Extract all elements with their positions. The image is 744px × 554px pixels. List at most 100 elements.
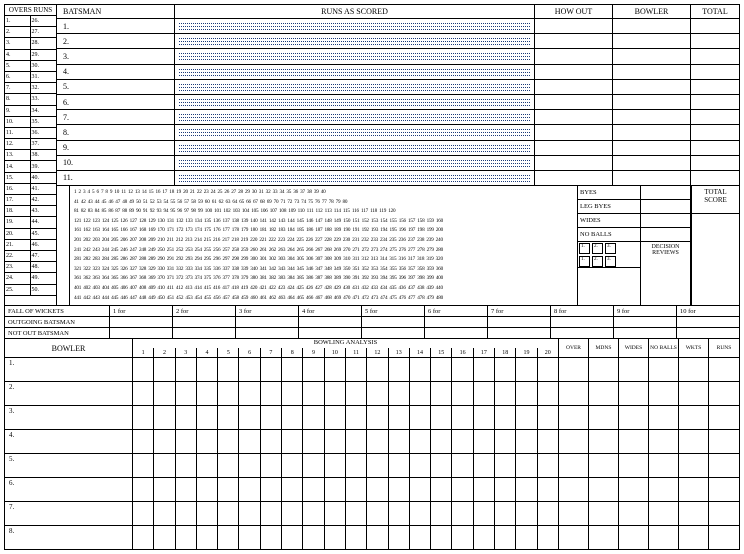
- bowler-over-cell[interactable]: [515, 382, 536, 405]
- total-cell[interactable]: [691, 65, 739, 79]
- bowler-over-cell[interactable]: [302, 478, 323, 501]
- fow-cell[interactable]: [488, 328, 551, 338]
- overs-cell[interactable]: 9.: [5, 106, 30, 117]
- bowler-stat-cell[interactable]: [619, 406, 649, 429]
- bowler-stat-cell[interactable]: [559, 406, 589, 429]
- bowler-over-cell[interactable]: [217, 382, 238, 405]
- bowler-over-cell[interactable]: [153, 382, 174, 405]
- bowler-over-cell[interactable]: [345, 358, 366, 381]
- overs-cell[interactable]: 4.: [5, 50, 30, 61]
- bowler-over-cell[interactable]: [217, 478, 238, 501]
- bowler-stat-cell[interactable]: [679, 406, 709, 429]
- runs-scored-cell[interactable]: [175, 34, 535, 48]
- bowler-cell[interactable]: [613, 171, 691, 185]
- bowler-over-cell[interactable]: [515, 502, 536, 525]
- dec-box-2b[interactable]: 2.: [592, 256, 603, 267]
- bowler-over-cell[interactable]: [430, 406, 451, 429]
- bowler-stat-cell[interactable]: [709, 430, 739, 453]
- bowler-over-cell[interactable]: [494, 382, 515, 405]
- overs-cell[interactable]: 50.: [31, 285, 57, 296]
- bowler-over-cell[interactable]: [153, 358, 174, 381]
- bowler-stat-cell[interactable]: [709, 358, 739, 381]
- bowler-stat-cell[interactable]: [589, 502, 619, 525]
- fow-cell[interactable]: [236, 317, 299, 327]
- overs-cell[interactable]: 11.: [5, 128, 30, 139]
- bowler-over-cell[interactable]: [451, 358, 472, 381]
- fow-cell[interactable]: [362, 328, 425, 338]
- fow-cell[interactable]: [173, 328, 236, 338]
- bowler-over-cell[interactable]: [494, 358, 515, 381]
- bowler-over-cell[interactable]: [238, 502, 259, 525]
- bowler-stat-cell[interactable]: [649, 358, 679, 381]
- bowler-over-cell[interactable]: [473, 358, 494, 381]
- bowler-stat-cell[interactable]: [679, 454, 709, 477]
- bowler-stat-cell[interactable]: [649, 526, 679, 549]
- fow-cell[interactable]: [551, 317, 614, 327]
- total-cell[interactable]: [691, 125, 739, 139]
- bowler-over-cell[interactable]: [451, 382, 472, 405]
- total-cell[interactable]: [691, 49, 739, 63]
- how-out-cell[interactable]: [535, 171, 613, 185]
- bowler-stat-cell[interactable]: [709, 382, 739, 405]
- leg-byes-value[interactable]: [641, 200, 690, 214]
- overs-cell[interactable]: 33.: [31, 94, 57, 105]
- bowler-over-cell[interactable]: [366, 454, 387, 477]
- runs-scored-cell[interactable]: [175, 80, 535, 94]
- bowler-stat-cell[interactable]: [649, 454, 679, 477]
- bowler-over-cell[interactable]: [366, 358, 387, 381]
- bowler-over-cell[interactable]: [409, 454, 430, 477]
- bowler-over-cell[interactable]: [409, 430, 430, 453]
- bowler-over-cell[interactable]: [388, 430, 409, 453]
- bowler-over-cell[interactable]: [133, 502, 153, 525]
- batsman-number[interactable]: 7.: [57, 110, 175, 124]
- bowler-over-cell[interactable]: [494, 406, 515, 429]
- bowler-stat-cell[interactable]: [619, 454, 649, 477]
- bowler-over-cell[interactable]: [302, 406, 323, 429]
- bowler-over-cell[interactable]: [515, 358, 536, 381]
- fow-cell[interactable]: 9 for: [614, 306, 677, 316]
- bowler-over-cell[interactable]: [473, 382, 494, 405]
- bowler-over-cell[interactable]: [302, 454, 323, 477]
- bowler-over-cell[interactable]: [366, 478, 387, 501]
- bowler-over-cell[interactable]: [260, 430, 281, 453]
- bowler-over-cell[interactable]: [175, 358, 196, 381]
- batsman-number[interactable]: 6.: [57, 95, 175, 109]
- bowler-over-cell[interactable]: [196, 454, 217, 477]
- overs-cell[interactable]: 28.: [31, 38, 57, 49]
- bowler-over-cell[interactable]: [388, 502, 409, 525]
- fow-cell[interactable]: [677, 317, 739, 327]
- bowler-over-cell[interactable]: [451, 478, 472, 501]
- fow-cell[interactable]: 3 for: [236, 306, 299, 316]
- runs-scored-cell[interactable]: [175, 141, 535, 155]
- how-out-cell[interactable]: [535, 49, 613, 63]
- bowler-over-cell[interactable]: [133, 406, 153, 429]
- overs-cell[interactable]: 8.: [5, 94, 30, 105]
- bowler-over-cell[interactable]: [473, 454, 494, 477]
- bowler-stat-cell[interactable]: [559, 430, 589, 453]
- overs-cell[interactable]: 21.: [5, 240, 30, 251]
- bowler-over-cell[interactable]: [388, 382, 409, 405]
- bowler-over-cell[interactable]: [238, 406, 259, 429]
- overs-cell[interactable]: 1.: [5, 16, 30, 27]
- bowler-over-cell[interactable]: [153, 526, 174, 549]
- bowler-stat-cell[interactable]: [619, 430, 649, 453]
- bowler-stat-cell[interactable]: [649, 382, 679, 405]
- bowler-cell[interactable]: [613, 49, 691, 63]
- bowler-stat-cell[interactable]: [679, 430, 709, 453]
- batsman-number[interactable]: 2.: [57, 34, 175, 48]
- bowler-over-cell[interactable]: [238, 454, 259, 477]
- bowler-cell[interactable]: [613, 95, 691, 109]
- bowler-over-cell[interactable]: [409, 502, 430, 525]
- total-cell[interactable]: [691, 141, 739, 155]
- overs-cell[interactable]: 25.: [5, 285, 30, 296]
- bowler-over-cell[interactable]: [494, 454, 515, 477]
- bowler-name-cell[interactable]: 2.: [5, 382, 133, 405]
- fow-cell[interactable]: [614, 328, 677, 338]
- bowler-over-cell[interactable]: [133, 526, 153, 549]
- bowler-cell[interactable]: [613, 34, 691, 48]
- fow-cell[interactable]: 5 for: [362, 306, 425, 316]
- bowler-over-cell[interactable]: [430, 478, 451, 501]
- total-score-value[interactable]: [692, 214, 739, 268]
- bowler-over-cell[interactable]: [324, 526, 345, 549]
- bowler-over-cell[interactable]: [281, 502, 302, 525]
